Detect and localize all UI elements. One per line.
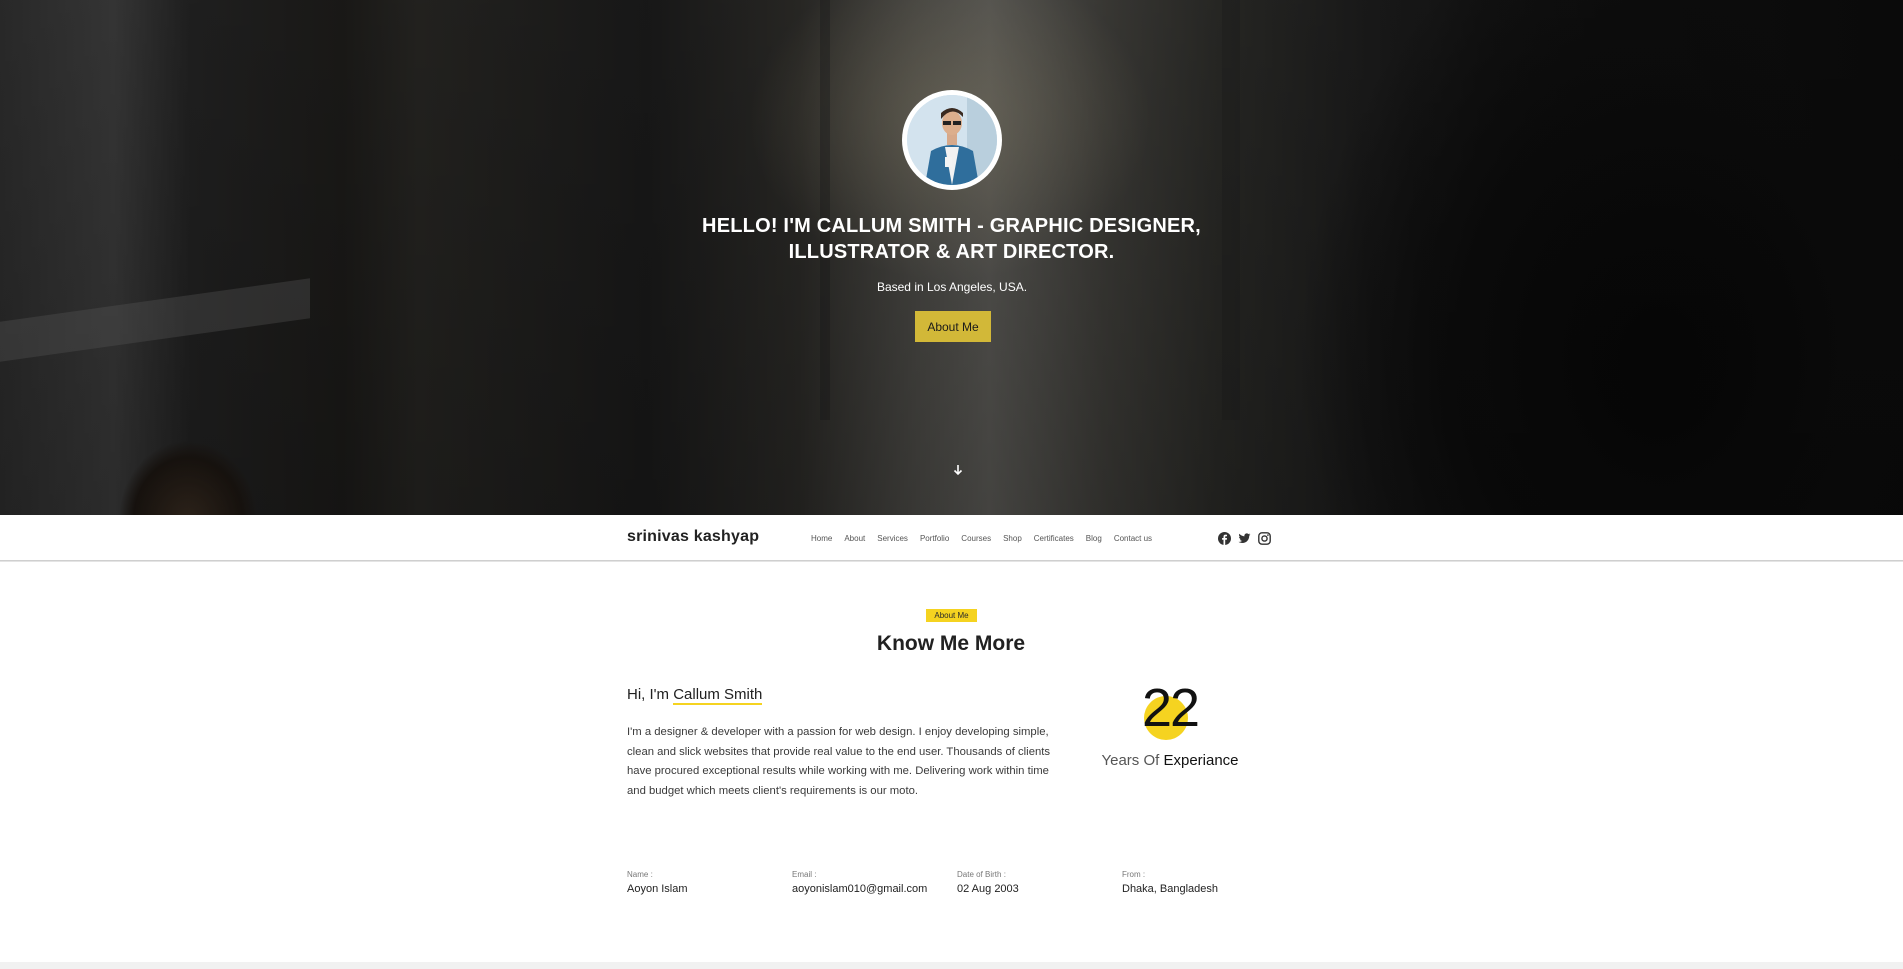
facebook-icon[interactable]	[1218, 530, 1231, 545]
years-label-prefix: Years Of	[1101, 752, 1164, 769]
info-label: Name :	[627, 870, 653, 879]
nav-link-portfolio[interactable]: Portfolio	[920, 534, 949, 543]
info-value: Dhaka, Bangladesh	[1122, 883, 1219, 895]
hero-section: HELLO! I'M CALLUM SMITH - GRAPHIC DESIGN…	[0, 0, 1903, 515]
nav-link-blog[interactable]: Blog	[1086, 534, 1102, 543]
section-title: Know Me More	[876, 632, 1026, 655]
greeting-prefix: Hi, I'm	[627, 686, 674, 703]
avatar	[902, 90, 1002, 190]
instagram-icon[interactable]	[1258, 530, 1271, 545]
info-email: Email : aoyonislam010@gmail.com	[792, 870, 957, 895]
years-label: Years Of Experiance	[1080, 752, 1260, 769]
hero-subtitle: Based in Los Angeles, USA.	[876, 280, 1028, 294]
next-section-edge	[0, 962, 1903, 969]
section-tag: About Me	[926, 609, 977, 622]
info-label: Email :	[792, 870, 817, 879]
nav-link-shop[interactable]: Shop	[1003, 534, 1022, 543]
info-value: Aoyon Islam	[627, 883, 688, 895]
profile-photo	[907, 95, 997, 185]
info-from: From : Dhaka, Bangladesh	[1122, 870, 1287, 895]
info-value: 02 Aug 2003	[957, 883, 1019, 895]
personal-info-row: Name : Aoyon Islam Email : aoyonislam010…	[627, 870, 1287, 895]
nav-link-home[interactable]: Home	[811, 534, 832, 543]
nav-link-courses[interactable]: Courses	[961, 534, 991, 543]
info-value[interactable]: aoyonislam010@gmail.com	[792, 883, 957, 895]
twitter-icon[interactable]	[1238, 530, 1251, 543]
info-label: Date of Birth :	[957, 870, 1006, 879]
greeting-heading: Hi, I'm Callum Smith	[627, 686, 763, 705]
bio-paragraph: I'm a designer & developer with a passio…	[627, 726, 1051, 797]
years-value: 22	[1141, 678, 1200, 738]
brand-logo[interactable]: srinivas kashyap	[627, 528, 759, 546]
top-navbar: srinivas kashyap Home About Services Por…	[0, 515, 1903, 561]
years-label-strong: Experiance	[1163, 752, 1239, 769]
social-links	[1218, 530, 1278, 545]
hero-title: HELLO! I'M CALLUM SMITH - GRAPHIC DESIGN…	[702, 215, 1201, 263]
nav-link-certificates[interactable]: Certificates	[1034, 534, 1074, 543]
nav-links: Home About Services Portfolio Courses Sh…	[811, 515, 1164, 561]
nav-link-services[interactable]: Services	[877, 534, 908, 543]
nav-link-contact[interactable]: Contact us	[1114, 534, 1152, 543]
arrow-down-icon[interactable]	[950, 464, 966, 480]
info-name: Name : Aoyon Islam	[627, 870, 792, 895]
about-me-button[interactable]: About Me	[915, 311, 991, 342]
profile-photo-illustration	[907, 95, 997, 185]
greeting-name: Callum Smith	[673, 686, 763, 705]
info-label: From :	[1122, 870, 1146, 879]
info-dob: Date of Birth : 02 Aug 2003	[957, 870, 1122, 895]
nav-link-about[interactable]: About	[844, 534, 865, 543]
